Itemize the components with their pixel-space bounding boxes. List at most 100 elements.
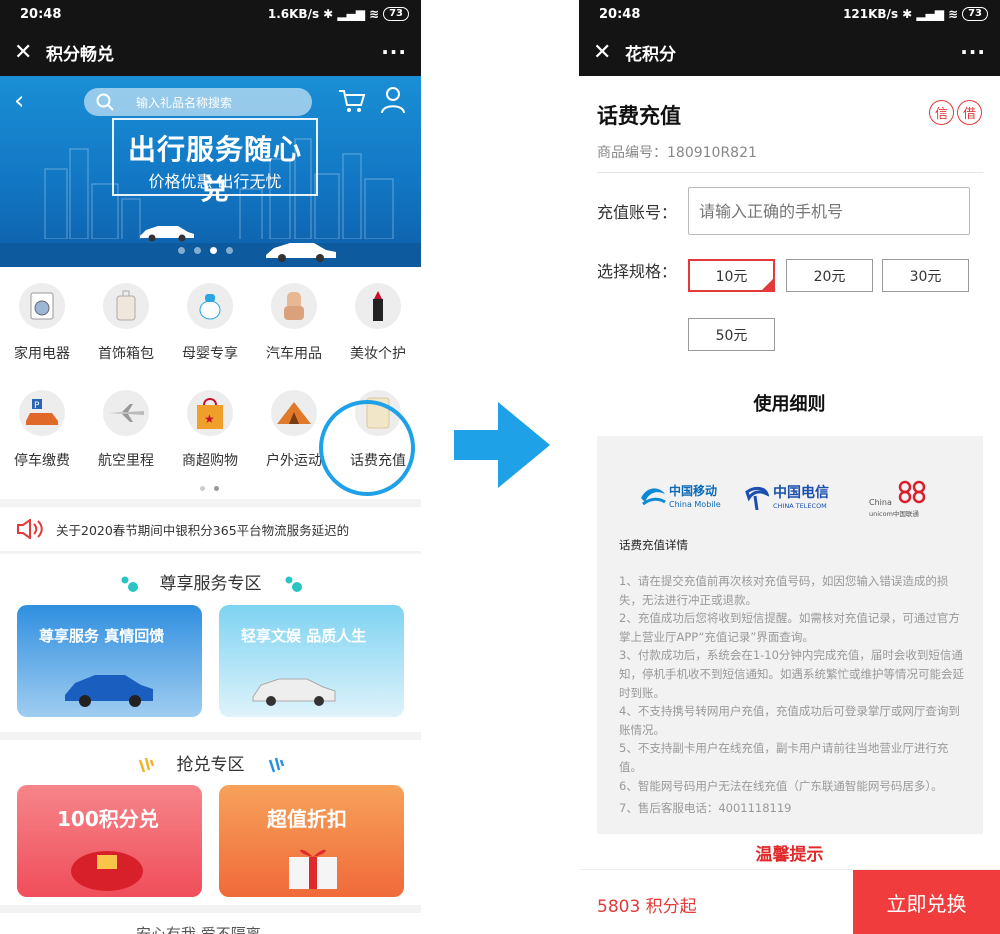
lipstick-icon <box>355 283 401 329</box>
detail-title: 话费充值详情 <box>619 538 688 552</box>
transition-arrow-icon <box>454 402 550 488</box>
china-unicom-logo-icon <box>898 480 926 504</box>
back-icon[interactable]: ‹ <box>14 86 24 116</box>
wifi-icon: ≋ <box>948 7 959 21</box>
wifi-icon: ≋ <box>369 7 380 21</box>
baby-bottle-icon <box>187 283 233 329</box>
category-parking[interactable]: P 停车缴费 <box>0 390 84 470</box>
spec-option-10[interactable]: 10元 <box>688 259 775 292</box>
product-number: 商品编号：180910R821 <box>597 145 757 161</box>
car-seat-icon <box>271 283 317 329</box>
credit-badge: 信 <box>929 100 954 125</box>
phone-number-input[interactable] <box>688 187 970 235</box>
category-cosmetics[interactable]: 美妆个护 <box>336 283 420 363</box>
detail-item: 6、智能网号码用户无法在线充值（广东联通智能网号码居多）。 <box>619 778 943 793</box>
china-mobile-name: 中国移动 <box>669 484 718 498</box>
title-bar: ✕ 积分畅兑 ··· <box>0 28 421 76</box>
category-appliances[interactable]: 家用电器 <box>0 283 84 363</box>
car-icon <box>266 243 336 262</box>
title-bar: ✕ 花积分 ··· <box>579 28 1000 76</box>
category-air-miles[interactable]: 航空里程 <box>84 390 168 470</box>
selected-check-icon <box>761 278 774 291</box>
more-icon[interactable]: ··· <box>960 40 986 64</box>
battery-icon: 73 <box>383 7 409 21</box>
car-icon <box>65 675 153 707</box>
product-detail: 话费充值 信 借 商品编号：180910R821 充值账号： 选择规格： 10元… <box>579 76 1000 869</box>
sparkle-decoration-icon <box>138 757 154 773</box>
card-type-badges: 信 借 <box>929 100 982 125</box>
notice-text: 关于2020春节期间中银积分365平台物流服务延迟的 <box>56 522 350 538</box>
promo-banner[interactable]: ‹ 输入礼品名称搜索 出行服务随心兑 价格优惠 出行无忧 <box>0 76 421 267</box>
spec-option-30[interactable]: 30元 <box>882 259 969 292</box>
promo-card-entertainment[interactable]: 轻享文娱 品质人生 <box>219 605 404 717</box>
detail-item: 1、请在提交充值前再次核对充值号码，如因您输入错误造成的损失，无法进行冲正或退款… <box>619 574 949 607</box>
detail-item: 7、售后客服电话：4001118119 <box>619 801 792 816</box>
status-bar: 20:48 121KB/s ✱ ▂▄▆ ≋ 73 <box>579 0 1000 28</box>
section-title-premium: 尊享服务专区 <box>0 569 421 594</box>
notice-bar[interactable]: 关于2020春节期间中银积分365平台物流服务延迟的 <box>0 507 421 551</box>
section-title-care: 安心有我 爱不隔离 <box>136 925 261 934</box>
network-speed: 1.6KB/s <box>267 7 320 21</box>
dots-decoration-icon <box>285 576 302 592</box>
dots-decoration-icon <box>121 576 138 592</box>
category-pagination <box>200 486 219 491</box>
category-luggage[interactable]: 首饰箱包 <box>84 283 168 363</box>
spec-label: 选择规格： <box>597 262 678 281</box>
china-mobile-logo-icon <box>641 488 666 506</box>
points-price: 5803 积分起 <box>597 897 697 917</box>
car-icon <box>140 226 194 242</box>
sparkle-decoration-icon <box>268 757 284 773</box>
signal-icon: ✱ ▂▄▆ <box>323 7 366 21</box>
left-screen: 20:48 1.6KB/s ✱ ▂▄▆ ≋ 73 ✕ 积分畅兑 ··· ‹ 输入… <box>0 0 421 934</box>
airplane-icon <box>103 390 149 436</box>
car-icon <box>252 678 336 706</box>
detail-panel: 中国移动 China Mobile 中国电信 CHINA TELECOM Chi… <box>597 436 983 834</box>
status-time: 20:48 <box>20 6 62 22</box>
promo-card-premium-service[interactable]: 尊享服务 真情回馈 <box>17 605 202 717</box>
more-icon[interactable]: ··· <box>381 40 407 64</box>
china-telecom-logo-icon <box>745 486 769 510</box>
promo-card-100-points[interactable]: 100积分兑 <box>17 785 202 897</box>
category-baby[interactable]: 母婴专享 <box>168 283 252 363</box>
highlight-circle <box>319 400 415 496</box>
category-shopping[interactable]: ★ 商超购物 <box>168 390 252 470</box>
detail-item: 4、不支持携号转网用户充值，充值成功后可登录掌厅或网厅查询到账情况。 <box>619 704 960 737</box>
page-title: 积分畅兑 <box>46 44 114 65</box>
detail-item: 3、付款成功后，系统会在1-10分钟内完成充值，届时会收到短信通知，停机手机收不… <box>619 648 964 700</box>
detail-item: 5、不支持副卡用户在线充值，副卡用户请前往当地营业厅进行充值。 <box>619 741 949 774</box>
shopping-bag-icon: ★ <box>187 390 233 436</box>
search-icon <box>96 93 114 111</box>
warm-tip-title: 温馨提示 <box>755 845 824 865</box>
checkout-bar: 5803 积分起 立即兑换 <box>579 869 1000 934</box>
svg-text:P: P <box>34 401 40 411</box>
signal-icon: ✱ ▂▄▆ <box>902 7 945 21</box>
right-screen: 20:48 121KB/s ✱ ▂▄▆ ≋ 73 ✕ 花积分 ··· 话费充值 … <box>579 0 1000 934</box>
status-time: 20:48 <box>599 6 641 22</box>
status-bar: 20:48 1.6KB/s ✱ ▂▄▆ ≋ 73 <box>0 0 421 28</box>
banner-subline: 价格优惠 出行无忧 <box>148 172 282 191</box>
china-unicom-name: unicom中国联通 <box>869 510 919 518</box>
promo-card-discount[interactable]: 超值折扣 <box>219 785 404 897</box>
suitcase-icon <box>103 283 149 329</box>
spec-option-20[interactable]: 20元 <box>786 259 873 292</box>
page-title: 花积分 <box>625 44 676 65</box>
account-label: 充值账号： <box>597 203 678 222</box>
cart-icon[interactable] <box>338 88 366 114</box>
china-telecom-name: 中国电信 <box>773 485 829 501</box>
debit-badge: 借 <box>957 100 982 125</box>
redeem-button[interactable]: 立即兑换 <box>853 870 1000 934</box>
spec-option-50[interactable]: 50元 <box>688 318 775 351</box>
svg-text:★: ★ <box>204 412 215 426</box>
usage-rules-title: 使用细则 <box>753 394 826 415</box>
category-car-supplies[interactable]: 汽车用品 <box>252 283 336 363</box>
detail-list: 1、请在提交充值前再次核对充值号码，如因您输入错误造成的损失，无法进行冲正或退款… <box>619 572 965 818</box>
close-icon[interactable]: ✕ <box>14 40 32 65</box>
user-icon[interactable] <box>380 86 406 114</box>
tent-icon <box>271 390 317 436</box>
section-title-flash: 抢兑专区 <box>0 750 421 775</box>
search-input[interactable]: 输入礼品名称搜索 <box>84 88 312 116</box>
gift-bag-icon <box>71 851 143 891</box>
close-icon[interactable]: ✕ <box>593 40 611 65</box>
network-speed: 121KB/s <box>843 7 899 21</box>
speaker-icon <box>17 519 43 539</box>
